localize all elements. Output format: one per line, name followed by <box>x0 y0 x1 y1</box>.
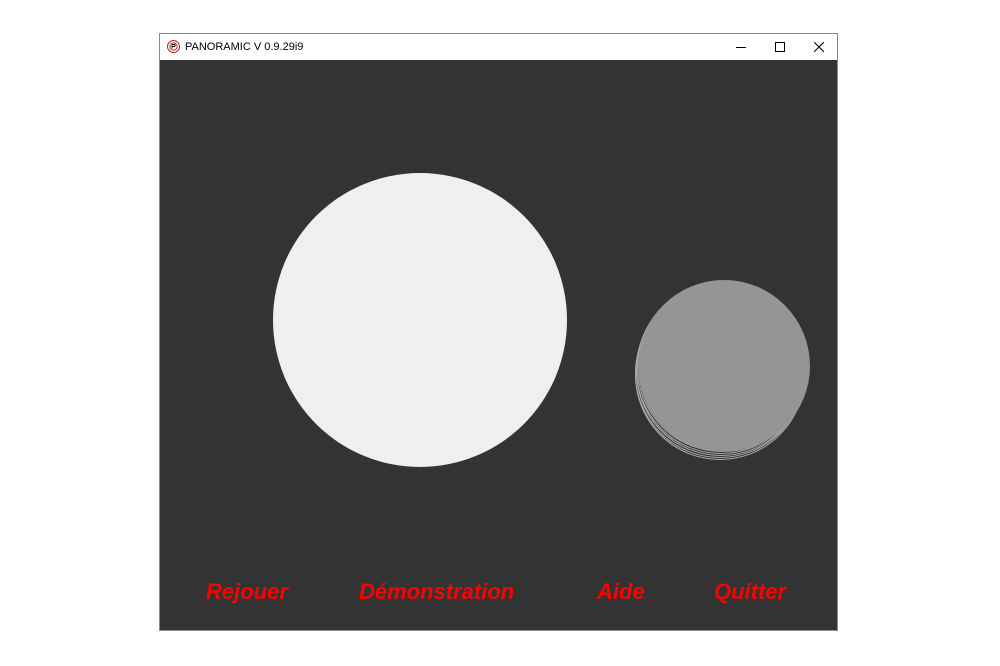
close-button[interactable] <box>799 34 839 60</box>
title-bar[interactable]: PANORAMIC V 0.9.29i9 <box>160 34 837 60</box>
panoramic-logo-icon <box>167 40 180 53</box>
maximize-button[interactable] <box>760 34 800 60</box>
maximize-icon <box>775 42 785 52</box>
small-gray-circle-group[interactable] <box>635 280 811 462</box>
large-white-circle[interactable] <box>273 173 567 467</box>
game-canvas[interactable]: Rejouer Démonstration Aide Quitter <box>160 60 837 630</box>
close-icon <box>814 42 824 52</box>
window-title: PANORAMIC V 0.9.29i9 <box>185 41 304 53</box>
quit-button[interactable]: Quitter <box>714 579 786 605</box>
small-gray-circle[interactable] <box>638 280 810 452</box>
help-button[interactable]: Aide <box>597 579 645 605</box>
app-window: PANORAMIC V 0.9.29i9 Rejouer Démonstrati… <box>159 33 838 631</box>
minimize-icon <box>736 42 746 52</box>
minimize-button[interactable] <box>721 34 761 60</box>
replay-button[interactable]: Rejouer <box>206 579 288 605</box>
demonstration-button[interactable]: Démonstration <box>359 579 514 605</box>
